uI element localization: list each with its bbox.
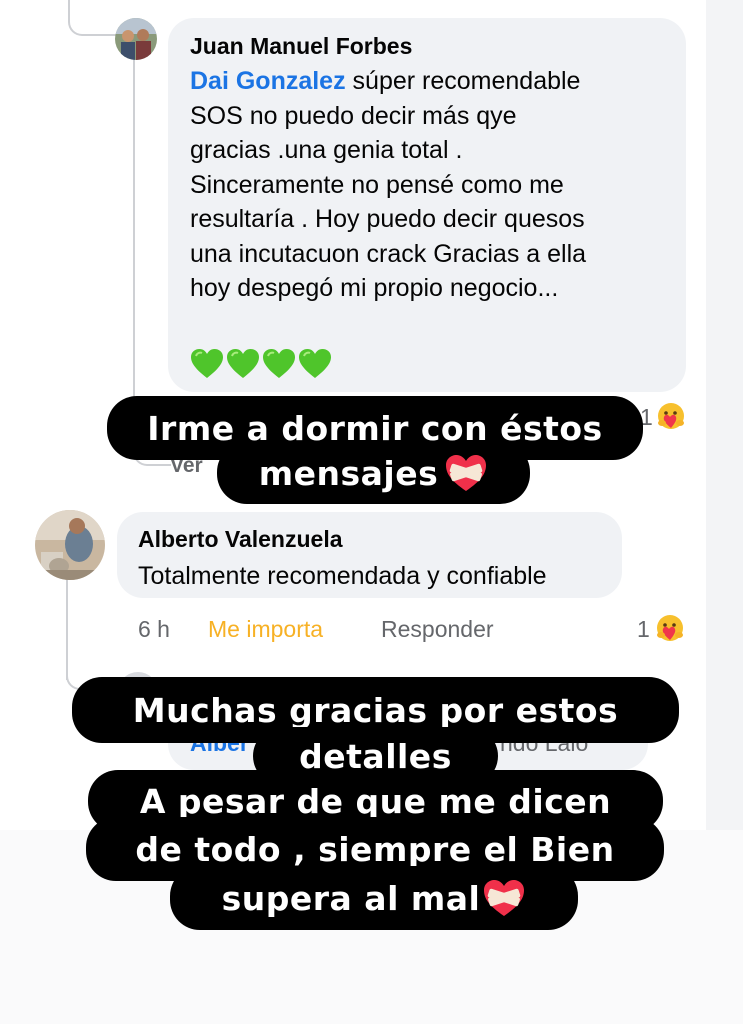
comment-text-line-2: SOS no puedo decir más qye: [190, 101, 517, 130]
me-importa-button[interactable]: Me importa: [208, 616, 323, 643]
avatar-juan-manuel-forbes[interactable]: [115, 18, 157, 60]
comment-text-line-4: Sinceramente no pensé como me: [190, 170, 564, 199]
reaction-count-alberto[interactable]: 1: [637, 616, 650, 643]
care-reaction-icon[interactable]: [656, 401, 686, 431]
comment-text-line-6: una incutacuon crack Gracias a ella: [190, 239, 587, 268]
caption-line-2: mensajes: [217, 442, 530, 504]
mention-dai-gonzalez[interactable]: Dai Gonzalez: [190, 67, 346, 95]
mending-heart-icon: [446, 455, 487, 491]
comment-text-juan: Dai Gonzalez súper recomendable SOS no p…: [190, 64, 670, 306]
care-reaction-icon[interactable]: [655, 613, 685, 643]
comment-text-line-3: gracias .una genia total .: [190, 136, 463, 164]
comment-author-juan[interactable]: Juan Manuel Forbes: [190, 33, 412, 60]
comment-text-line-1: Dai Gonzalez súper recomendable: [190, 67, 581, 95]
comment-text-line-7: hoy despegó mi propio negocio...: [190, 274, 559, 302]
green-heart-icon: [191, 349, 223, 378]
right-edge: [706, 0, 743, 830]
comment-text-alberto: Totalmente recomendada y confiable: [138, 562, 547, 590]
green-hearts-emoji: [190, 348, 332, 380]
green-heart-icon: [263, 349, 295, 378]
green-heart-icon: [227, 349, 259, 378]
avatar-alberto-valenzuela[interactable]: [35, 510, 105, 580]
comment-time[interactable]: 6 h: [138, 616, 170, 643]
mending-heart-icon: [484, 880, 525, 916]
thread-connector-top: [68, 0, 120, 36]
comment-text-line-5: resultaría . Hoy puedo decir quesos: [190, 205, 585, 233]
comment-author-alberto[interactable]: Alberto Valenzuela: [138, 526, 343, 553]
caption-line-7: supera al mal: [170, 866, 578, 930]
thread-line-reply: [133, 58, 135, 398]
responder-button[interactable]: Responder: [381, 616, 494, 643]
green-heart-icon: [299, 349, 331, 378]
